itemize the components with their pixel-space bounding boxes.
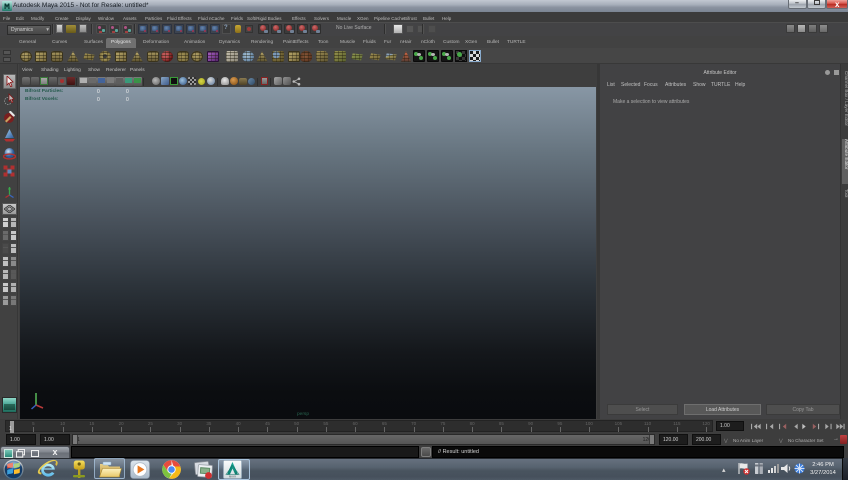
svg-text:MAYA: MAYA xyxy=(229,474,236,478)
